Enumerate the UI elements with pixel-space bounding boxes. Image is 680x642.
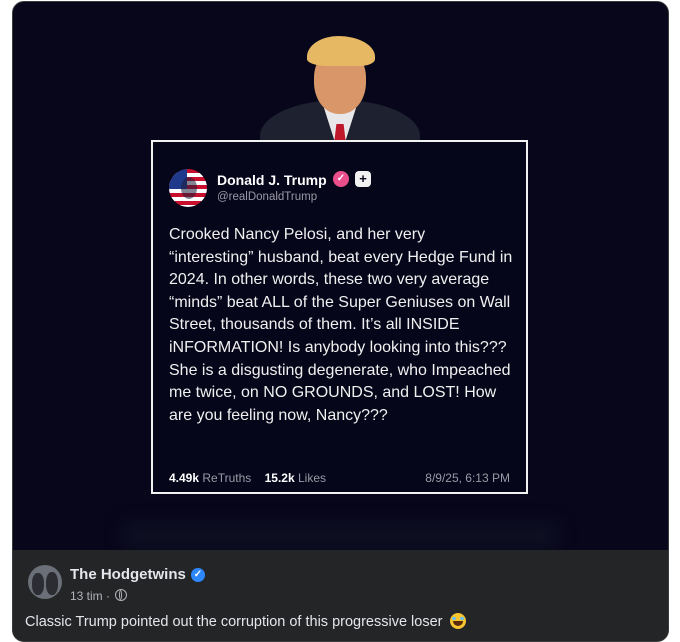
display-name: Donald J. Trump bbox=[217, 172, 327, 188]
retruths-count: 4.49k bbox=[169, 471, 200, 485]
post-image[interactable]: Donald J. Trump ✓ + @realDonaldTrump Cro… bbox=[13, 2, 668, 550]
post-meta: 13 tim · bbox=[70, 589, 128, 603]
rolling-on-floor-laughing-emoji bbox=[449, 613, 466, 629]
page-name-link[interactable]: The Hodgetwins bbox=[70, 566, 186, 583]
post-frame: Donald J. Trump ✓ + @realDonaldTrump Cro… bbox=[12, 1, 669, 642]
plus-icon: + bbox=[355, 171, 371, 187]
post-body-text: Crooked Nancy Pelosi, and her very “inte… bbox=[169, 226, 513, 424]
page-avatar[interactable] bbox=[28, 565, 62, 599]
profile-avatar bbox=[169, 169, 207, 207]
verified-badge-icon: ✓ bbox=[191, 568, 205, 582]
hair-shape bbox=[307, 36, 375, 66]
retruths-label: ReTruths bbox=[202, 471, 252, 485]
post-timestamp: 8/9/25, 6:13 PM bbox=[425, 471, 510, 485]
username-handle: @realDonaldTrump bbox=[217, 191, 318, 203]
caption-text: Classic Trump pointed out the corruption… bbox=[25, 614, 443, 630]
bottom-glow bbox=[123, 522, 558, 550]
truth-social-card: Donald J. Trump ✓ + @realDonaldTrump Cro… bbox=[151, 140, 528, 494]
post-time-link[interactable]: 13 tim bbox=[70, 589, 103, 603]
likes-count: 15.2k bbox=[264, 471, 295, 485]
likes-label: Likes bbox=[298, 471, 327, 485]
trump-portrait bbox=[260, 36, 420, 140]
meta-separator: · bbox=[106, 589, 111, 603]
engagement-stats: 4.49k ReTruths 15.2k Likes bbox=[169, 471, 326, 485]
globe-icon[interactable] bbox=[115, 589, 128, 601]
verified-check-icon: ✓ bbox=[333, 171, 349, 187]
post-caption: Classic Trump pointed out the corruption… bbox=[25, 613, 466, 630]
facebook-post-header: The Hodgetwins ✓ 13 tim · Classic Trump … bbox=[13, 550, 668, 641]
